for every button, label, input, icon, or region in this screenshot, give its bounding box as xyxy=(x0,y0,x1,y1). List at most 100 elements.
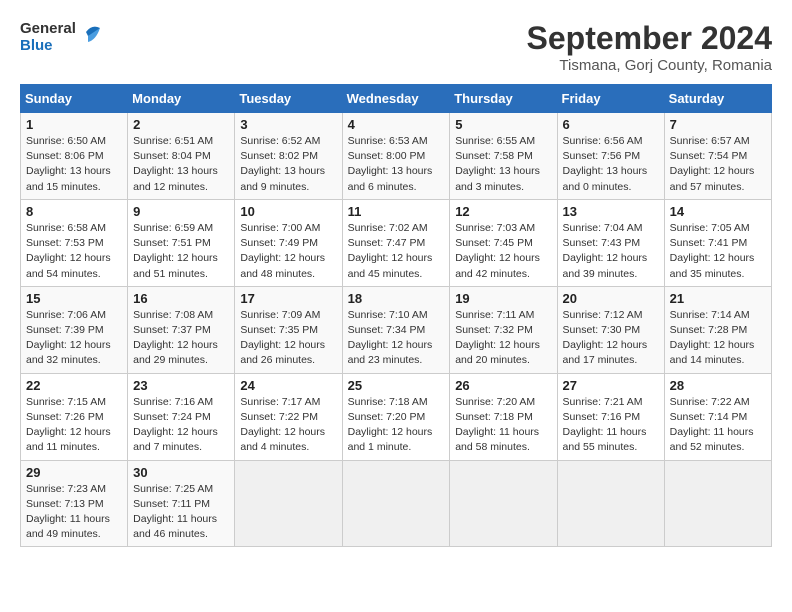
day-info: Sunrise: 7:00 AMSunset: 7:49 PMDaylight:… xyxy=(240,222,325,280)
day-info: Sunrise: 6:53 AMSunset: 8:00 PMDaylight:… xyxy=(348,135,433,193)
day-info: Sunrise: 7:03 AMSunset: 7:45 PMDaylight:… xyxy=(455,222,540,280)
day-number: 15 xyxy=(26,291,122,306)
day-number: 26 xyxy=(455,378,551,393)
day-info: Sunrise: 7:18 AMSunset: 7:20 PMDaylight:… xyxy=(348,396,433,454)
day-number: 24 xyxy=(240,378,336,393)
calendar-cell xyxy=(450,460,557,547)
day-info: Sunrise: 7:22 AMSunset: 7:14 PMDaylight:… xyxy=(670,396,754,454)
day-info: Sunrise: 6:52 AMSunset: 8:02 PMDaylight:… xyxy=(240,135,325,193)
day-number: 22 xyxy=(26,378,122,393)
day-number: 9 xyxy=(133,204,229,219)
day-number: 8 xyxy=(26,204,122,219)
day-info: Sunrise: 7:08 AMSunset: 7:37 PMDaylight:… xyxy=(133,309,218,367)
calendar-cell: 9 Sunrise: 6:59 AMSunset: 7:51 PMDaylight… xyxy=(128,199,235,286)
day-number: 5 xyxy=(455,117,551,132)
calendar-cell: 6 Sunrise: 6:56 AMSunset: 7:56 PMDaylight… xyxy=(557,113,664,200)
calendar-cell: 15 Sunrise: 7:06 AMSunset: 7:39 PMDayligh… xyxy=(21,286,128,373)
logo: General Blue xyxy=(20,20,100,55)
day-info: Sunrise: 7:02 AMSunset: 7:47 PMDaylight:… xyxy=(348,222,433,280)
weekday-header-sunday: Sunday xyxy=(21,85,128,113)
logo-bird-icon xyxy=(78,22,100,52)
month-title: September 2024 xyxy=(527,20,772,57)
day-number: 4 xyxy=(348,117,445,132)
day-info: Sunrise: 7:09 AMSunset: 7:35 PMDaylight:… xyxy=(240,309,325,367)
week-row-4: 22Sunrise: 7:15 AMSunset: 7:26 PMDayligh… xyxy=(21,373,772,460)
calendar-cell: 14Sunrise: 7:05 AMSunset: 7:41 PMDayligh… xyxy=(664,199,771,286)
calendar-cell xyxy=(664,460,771,547)
calendar-cell: 30Sunrise: 7:25 AMSunset: 7:11 PMDayligh… xyxy=(128,460,235,547)
day-number: 30 xyxy=(133,465,229,480)
weekday-header-tuesday: Tuesday xyxy=(235,85,342,113)
day-info: Sunrise: 6:56 AMSunset: 7:56 PMDaylight:… xyxy=(563,135,648,193)
day-info: Sunrise: 6:50 AMSunset: 8:06 PMDaylight:… xyxy=(26,135,111,193)
weekday-header-row: SundayMondayTuesdayWednesdayThursdayFrid… xyxy=(21,85,772,113)
day-number: 17 xyxy=(240,291,336,306)
weekday-header-thursday: Thursday xyxy=(450,85,557,113)
calendar-cell: 17 Sunrise: 7:09 AMSunset: 7:35 PMDayligh… xyxy=(235,286,342,373)
calendar-cell: 7 Sunrise: 6:57 AMSunset: 7:54 PMDaylight… xyxy=(664,113,771,200)
day-info: Sunrise: 7:21 AMSunset: 7:16 PMDaylight:… xyxy=(563,396,647,454)
calendar-cell: 11 Sunrise: 7:02 AMSunset: 7:47 PMDayligh… xyxy=(342,199,450,286)
day-info: Sunrise: 7:05 AMSunset: 7:41 PMDaylight:… xyxy=(670,222,755,280)
calendar-cell: 19 Sunrise: 7:11 AMSunset: 7:32 PMDayligh… xyxy=(450,286,557,373)
day-info: Sunrise: 6:51 AMSunset: 8:04 PMDaylight:… xyxy=(133,135,218,193)
day-number: 25 xyxy=(348,378,445,393)
weekday-header-monday: Monday xyxy=(128,85,235,113)
calendar-cell xyxy=(235,460,342,547)
day-number: 20 xyxy=(563,291,659,306)
day-number: 6 xyxy=(563,117,659,132)
day-number: 16 xyxy=(133,291,229,306)
week-row-5: 29 Sunrise: 7:23 AMSunset: 7:13 PMDayligh… xyxy=(21,460,772,547)
day-number: 2 xyxy=(133,117,229,132)
day-number: 13 xyxy=(563,204,659,219)
day-info: Sunrise: 6:59 AMSunset: 7:51 PMDaylight:… xyxy=(133,222,218,280)
day-number: 7 xyxy=(670,117,766,132)
calendar-cell: 24 Sunrise: 7:17 AMSunset: 7:22 PMDayligh… xyxy=(235,373,342,460)
calendar-cell: 25 Sunrise: 7:18 AMSunset: 7:20 PMDayligh… xyxy=(342,373,450,460)
day-info: Sunrise: 7:12 AMSunset: 7:30 PMDaylight:… xyxy=(563,309,648,367)
calendar-cell: 29 Sunrise: 7:23 AMSunset: 7:13 PMDayligh… xyxy=(21,460,128,547)
day-info: Sunrise: 7:10 AMSunset: 7:34 PMDaylight:… xyxy=(348,309,433,367)
calendar-table: SundayMondayTuesdayWednesdayThursdayFrid… xyxy=(20,84,772,547)
location-subtitle: Tismana, Gorj County, Romania xyxy=(527,57,772,74)
calendar-cell: 10Sunrise: 7:00 AMSunset: 7:49 PMDayligh… xyxy=(235,199,342,286)
calendar-cell: 26Sunrise: 7:20 AMSunset: 7:18 PMDayligh… xyxy=(450,373,557,460)
calendar-cell: 1 Sunrise: 6:50 AMSunset: 8:06 PMDaylight… xyxy=(21,113,128,200)
day-info: Sunrise: 7:23 AMSunset: 7:13 PMDaylight:… xyxy=(26,483,110,541)
calendar-cell xyxy=(342,460,450,547)
day-info: Sunrise: 6:58 AMSunset: 7:53 PMDaylight:… xyxy=(26,222,111,280)
weekday-header-friday: Friday xyxy=(557,85,664,113)
day-info: Sunrise: 7:14 AMSunset: 7:28 PMDaylight:… xyxy=(670,309,755,367)
title-area: September 2024 Tismana, Gorj County, Rom… xyxy=(527,20,772,74)
day-info: Sunrise: 7:11 AMSunset: 7:32 PMDaylight:… xyxy=(455,309,540,367)
header: General Blue September 2024 Tismana, Gor… xyxy=(20,20,772,74)
day-info: Sunrise: 6:55 AMSunset: 7:58 PMDaylight:… xyxy=(455,135,540,193)
calendar-cell: 28 Sunrise: 7:22 AMSunset: 7:14 PMDayligh… xyxy=(664,373,771,460)
calendar-cell: 12 Sunrise: 7:03 AMSunset: 7:45 PMDayligh… xyxy=(450,199,557,286)
day-number: 11 xyxy=(348,204,445,219)
calendar-cell: 13 Sunrise: 7:04 AMSunset: 7:43 PMDayligh… xyxy=(557,199,664,286)
calendar-cell: 20 Sunrise: 7:12 AMSunset: 7:30 PMDayligh… xyxy=(557,286,664,373)
day-number: 21 xyxy=(670,291,766,306)
day-info: Sunrise: 7:06 AMSunset: 7:39 PMDaylight:… xyxy=(26,309,111,367)
day-info: Sunrise: 6:57 AMSunset: 7:54 PMDaylight:… xyxy=(670,135,755,193)
day-number: 28 xyxy=(670,378,766,393)
day-number: 1 xyxy=(26,117,122,132)
calendar-cell xyxy=(557,460,664,547)
day-info: Sunrise: 7:04 AMSunset: 7:43 PMDaylight:… xyxy=(563,222,648,280)
weekday-header-wednesday: Wednesday xyxy=(342,85,450,113)
calendar-cell: 4 Sunrise: 6:53 AMSunset: 8:00 PMDaylight… xyxy=(342,113,450,200)
calendar-cell: 22Sunrise: 7:15 AMSunset: 7:26 PMDayligh… xyxy=(21,373,128,460)
day-number: 18 xyxy=(348,291,445,306)
calendar-cell: 16 Sunrise: 7:08 AMSunset: 7:37 PMDayligh… xyxy=(128,286,235,373)
calendar-cell: 21 Sunrise: 7:14 AMSunset: 7:28 PMDayligh… xyxy=(664,286,771,373)
day-number: 3 xyxy=(240,117,336,132)
calendar-cell: 5 Sunrise: 6:55 AMSunset: 7:58 PMDaylight… xyxy=(450,113,557,200)
day-info: Sunrise: 7:17 AMSunset: 7:22 PMDaylight:… xyxy=(240,396,325,454)
week-row-1: 1 Sunrise: 6:50 AMSunset: 8:06 PMDaylight… xyxy=(21,113,772,200)
day-number: 12 xyxy=(455,204,551,219)
day-number: 19 xyxy=(455,291,551,306)
calendar-cell: 27Sunrise: 7:21 AMSunset: 7:16 PMDayligh… xyxy=(557,373,664,460)
day-number: 29 xyxy=(26,465,122,480)
week-row-2: 8 Sunrise: 6:58 AMSunset: 7:53 PMDaylight… xyxy=(21,199,772,286)
